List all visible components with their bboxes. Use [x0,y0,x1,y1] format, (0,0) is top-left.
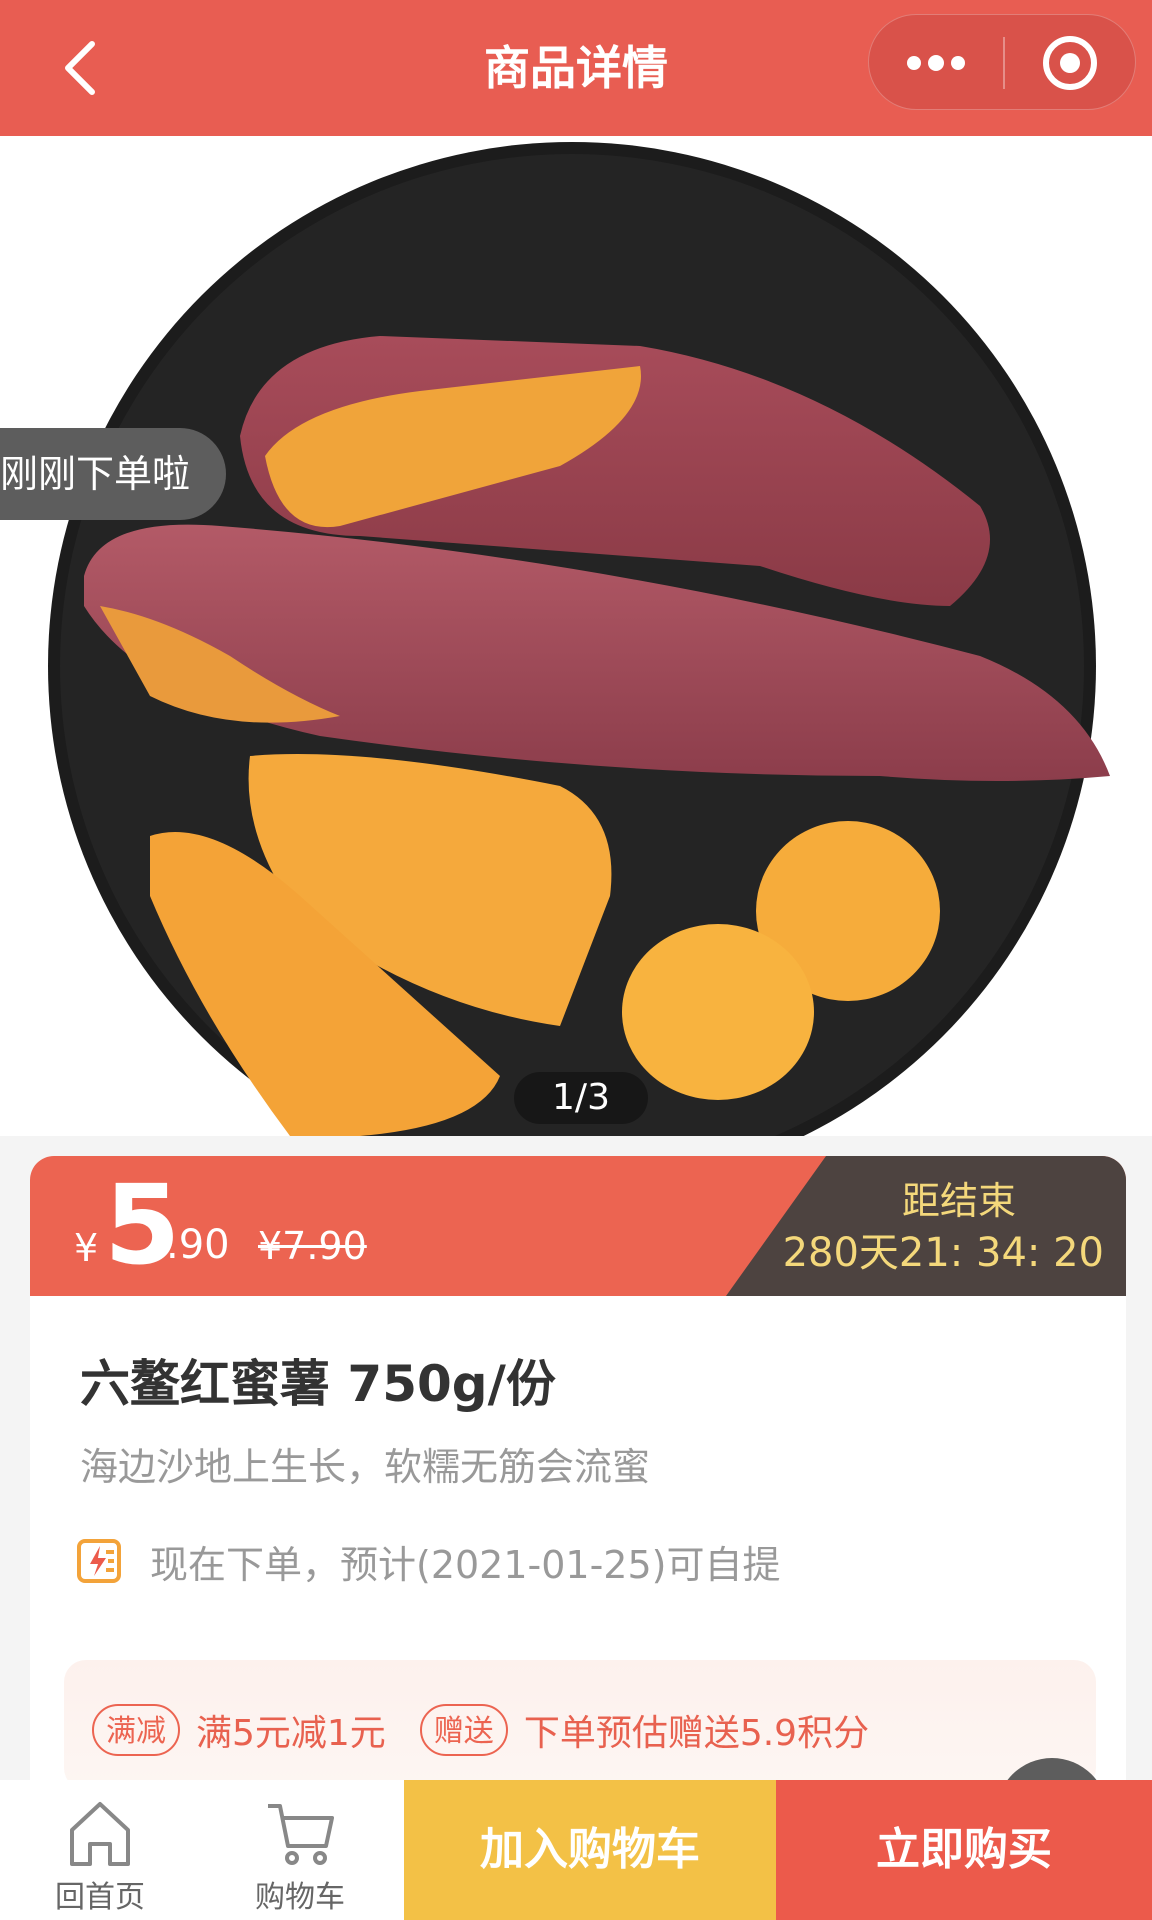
mini-program-capsule [868,14,1136,110]
home-nav-button[interactable]: 回首页 [0,1780,200,1920]
carousel-pager: 1/3 [514,1072,648,1124]
nav-header: 商品详情 [0,0,1152,136]
product-description: 海边沙地上生长，软糯无筋会流蜜 [80,1445,651,1489]
product-photo [48,142,1110,1136]
promotion-panel[interactable]: 满减 满5元减1元 赠送 下单预估赠送5.9积分 [64,1660,1096,1790]
promo-text-gift: 下单预估赠送5.9积分 [523,1713,870,1754]
cart-icon [268,1804,334,1865]
price-decimal: .90 [166,1222,230,1268]
add-to-cart-button[interactable]: 加入购物车 [404,1780,776,1920]
capsule-close-icon [1043,36,1097,90]
home-icon [70,1802,130,1866]
buy-now-button[interactable]: 立即购买 [776,1780,1152,1920]
countdown-timer: 280天21: 34: 20 [782,1230,1104,1276]
cart-nav-label: 购物车 [255,1880,345,1915]
product-info-card: 六鳌红蜜薯 750g/份 海边沙地上生长，软糯无筋会流蜜 现在下单，预计(202… [30,1296,1126,1790]
price-bar: ¥ 5 .90 ¥7.90 距结束 280天21: 34: 20 [30,1156,1126,1296]
promo-text-discount: 满5元减1元 [196,1713,386,1754]
more-button[interactable] [869,15,1003,111]
cart-nav-button[interactable]: 购物车 [200,1780,400,1920]
product-name: 六鳌红蜜薯 750g/份 [80,1355,556,1413]
product-image-carousel[interactable]: 刚刚下单啦 [0,136,1152,1136]
promo-tag-gift: 赠送 [419,1704,508,1756]
countdown-label: 距结束 [901,1179,1016,1223]
delivery-info: 现在下单，预计(2021-01-25)可自提 [76,1536,781,1587]
promotion-row: 满减 满5元减1元 赠送 下单预估赠送5.9积分 [92,1704,903,1756]
original-price: ¥7.90 [258,1224,367,1268]
more-icon [907,55,965,71]
capsule-close-button[interactable] [1005,15,1135,111]
delivery-text: 现在下单，预计(2021-01-25)可自提 [150,1542,781,1587]
currency-symbol: ¥ [74,1226,99,1270]
recent-order-toast: 刚刚下单啦 [0,428,227,520]
delivery-icon [77,1539,121,1583]
promo-tag-discount: 满减 [92,1704,180,1756]
bottom-action-bar: 回首页 购物车 加入购物车 立即购买 [0,1780,1152,1920]
home-nav-label: 回首页 [55,1880,145,1915]
